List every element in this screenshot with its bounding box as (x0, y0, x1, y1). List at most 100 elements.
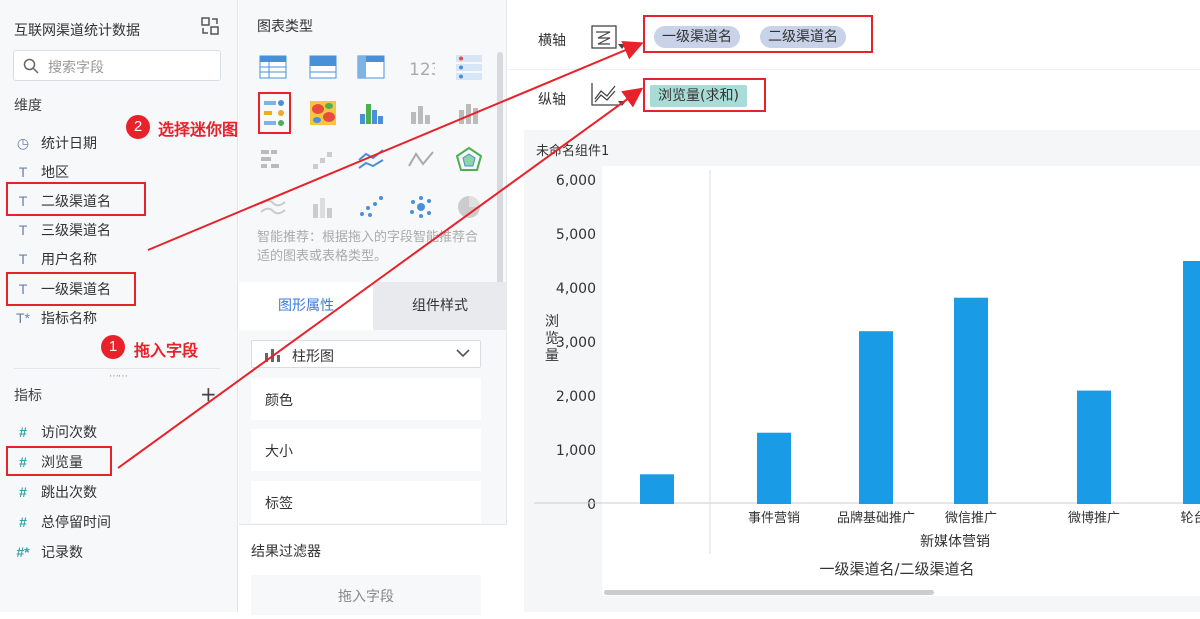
x-tick-label: 微博推广 (1068, 511, 1120, 526)
svg-text:123: 123 (409, 60, 435, 80)
x-tick-label: 轮台、 (1180, 511, 1200, 526)
bar (859, 331, 893, 504)
dimension-field-channel2[interactable]: T 二级渠道名 (14, 190, 111, 212)
color-property[interactable]: 颜色 (251, 378, 481, 420)
chart-type-bubble-icon[interactable] (407, 194, 439, 226)
size-property[interactable]: 大小 (251, 429, 481, 471)
smart-recommend-hint: 智能推荐：根据拖入的字段智能推荐合适的图表或表格类型。 (257, 230, 479, 264)
add-metric-icon[interactable]: + (200, 382, 217, 406)
chart-type-bar-pair-icon[interactable] (455, 100, 487, 132)
dimension-field-metric-name[interactable]: T* 指标名称 (14, 307, 97, 329)
bar (1077, 390, 1111, 504)
number-type-icon: # (19, 484, 27, 500)
chart-type-scatter-icon[interactable] (357, 194, 389, 226)
clock-icon: ◷ (16, 134, 30, 151)
y-tick-label: 1,000 (556, 443, 596, 459)
number-type-icon: #* (16, 544, 30, 560)
metric-field-stay-time[interactable]: # 总停留时间 (14, 511, 111, 533)
chart-type-area-icon[interactable] (407, 146, 439, 178)
y-tick-label: 2,000 (556, 389, 596, 405)
chart-types-title: 图表类型 (257, 19, 313, 35)
field-search-input[interactable]: 搜索字段 (13, 50, 221, 81)
chart-type-cross-table-icon[interactable] (357, 54, 389, 86)
dataset-title: 互联网渠道统计数据 (14, 23, 140, 39)
chart-type-bar-icon[interactable] (407, 100, 439, 132)
label-property[interactable]: 标签 (251, 481, 481, 523)
dimension-field-username[interactable]: T 用户名称 (14, 248, 97, 270)
property-tabs: 图形属性 组件样式 (239, 282, 507, 330)
tab-component-style[interactable]: 组件样式 (373, 282, 507, 330)
metric-field-visits[interactable]: # 访问次数 (14, 421, 97, 443)
x-axis-field-channel2[interactable]: 二级渠道名 (760, 26, 846, 48)
x-tick-label: 品牌基础推广 (837, 510, 915, 526)
filter-drop-zone[interactable]: 拖入字段 (251, 575, 481, 615)
chart-type-dot-table-icon[interactable] (259, 146, 291, 178)
dimension-field-date[interactable]: ◷ 统计日期 (14, 132, 97, 154)
chart-type-heatmap-icon[interactable] (309, 100, 341, 132)
number-type-icon: # (19, 454, 27, 470)
x-axis-type-icon[interactable] (590, 24, 628, 54)
chart-type-stream-icon[interactable] (259, 194, 291, 226)
dimension-field-channel1[interactable]: T 一级渠道名 (14, 278, 111, 300)
x-axis-title: 一级渠道名/二级渠道名 (819, 560, 974, 578)
y-axis-row: 纵轴 浏览量(求和) (508, 73, 1200, 121)
chart-type-kpi-icon[interactable]: 123 (407, 56, 441, 88)
metric-field-pageviews[interactable]: # 浏览量 (14, 451, 83, 473)
x-tick-label: 事件营销 (748, 511, 800, 526)
chart-type-pie-icon[interactable] (455, 194, 487, 226)
dimension-field-region[interactable]: T 地区 (14, 161, 69, 183)
chart-type-indicator-icon[interactable] (455, 54, 487, 86)
text-type-icon: T (18, 193, 28, 209)
chart-type-grouped-table-icon[interactable] (309, 54, 341, 86)
metric-field-bounces[interactable]: # 跳出次数 (14, 481, 97, 503)
chart-type-mini-chart-icon[interactable] (260, 98, 292, 130)
component-title: 未命名组件1 (536, 144, 610, 159)
chart-type-line-icon[interactable] (357, 146, 389, 178)
number-type-icon: # (19, 514, 27, 530)
tab-graph-properties[interactable]: 图形属性 (239, 282, 373, 330)
search-icon (23, 58, 39, 74)
chart-type-radar-icon[interactable] (455, 146, 487, 178)
chart-type-step-icon[interactable] (309, 146, 341, 178)
x-tick-label: 微信推广 (945, 511, 997, 526)
y-axis-title: 量 (545, 348, 559, 364)
dimension-field-channel3[interactable]: T 三级渠道名 (14, 219, 111, 241)
bar (954, 297, 988, 504)
text-type-icon: T (18, 281, 28, 297)
y-axis-type-icon[interactable] (590, 81, 628, 111)
result-filter-title: 结果过滤器 (251, 544, 321, 560)
metric-field-record-count[interactable]: #* 记录数 (14, 541, 83, 563)
bar-chart[interactable]: 6,000 5,000 4,000 3,000 2,000 1,000 0 浏览量事件营销 品牌… (524, 166, 1200, 596)
chevron-down-icon (456, 349, 470, 358)
drag-handle-icon[interactable]: ⋯⋯ (109, 371, 128, 382)
chart-type-stacked-bar-icon[interactable] (309, 194, 341, 226)
result-filter-section: 结果过滤器 拖入字段 (239, 524, 507, 615)
y-tick-label: 5,000 (556, 227, 596, 243)
y-tick-label: 0 (587, 497, 596, 513)
bar-chart-icon (265, 349, 280, 362)
chart-type-table-icon[interactable] (259, 54, 291, 86)
y-axis-field-pageviews[interactable]: 浏览量(求和) (650, 85, 747, 107)
y-tick-label: 4,000 (556, 281, 596, 297)
panel-splitter[interactable] (14, 368, 220, 369)
chart-types-scrollbar[interactable] (497, 52, 503, 292)
x-axis-field-channel1[interactable]: 一级渠道名 (654, 26, 740, 48)
number-type-icon: # (19, 424, 27, 440)
search-placeholder: 搜索字段 (48, 60, 104, 76)
switch-dataset-icon[interactable] (200, 16, 220, 36)
y-tick-label: 3,000 (556, 335, 596, 351)
text-type-icon: T (18, 251, 28, 267)
text-type-icon: T* (16, 310, 30, 326)
text-type-icon: T (18, 164, 28, 180)
x-axis-label: 横轴 (538, 33, 566, 49)
x-axis-row: 横轴 一级渠道名 二级渠道名 (508, 14, 1200, 62)
dimensions-section-label: 维度 (14, 98, 42, 114)
chart-type-grouped-bar-icon[interactable] (357, 100, 389, 132)
chart-horizontal-scrollbar[interactable] (604, 590, 934, 595)
chart-type-select[interactable]: 柱形图 (251, 340, 481, 368)
x-group-label: 新媒体营销 (920, 534, 990, 550)
chart-type-select-value: 柱形图 (292, 349, 334, 365)
chart-config-panel: 图表类型 123 智能推荐：根据拖入的字段智能推荐合适的图表或表格类型。 图形属… (239, 0, 507, 615)
y-tick-label: 6,000 (556, 173, 596, 189)
y-axis-title: 览 (545, 331, 559, 347)
